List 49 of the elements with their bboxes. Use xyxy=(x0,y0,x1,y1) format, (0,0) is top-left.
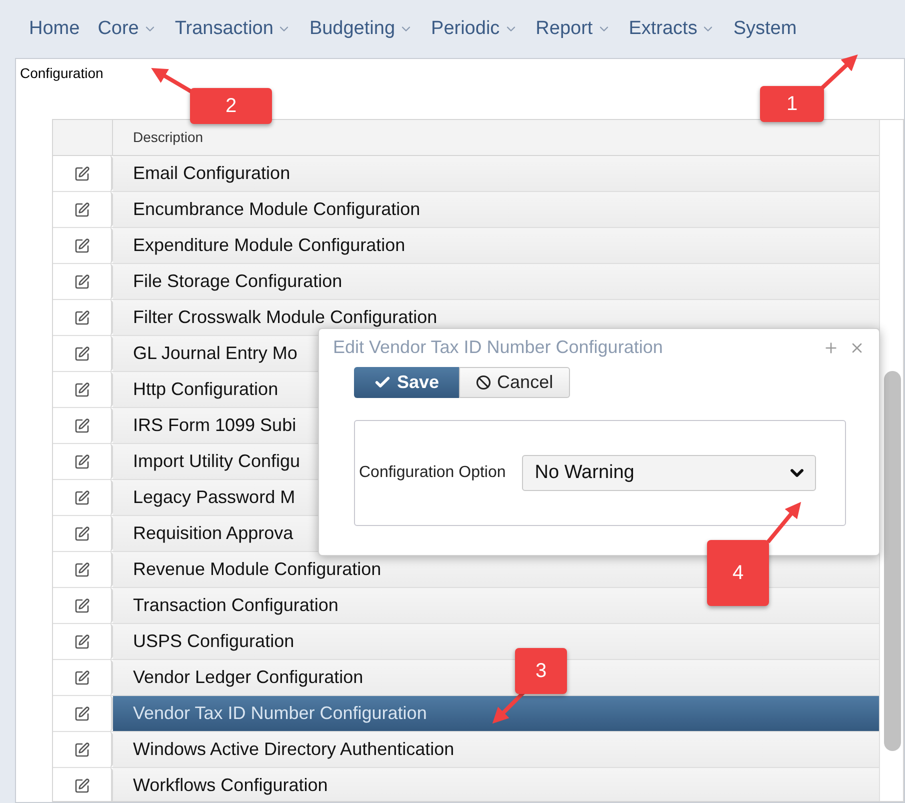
edit-icon xyxy=(74,670,90,686)
table-cell[interactable]: Transaction Configuration xyxy=(113,588,879,623)
prohibited-icon xyxy=(476,375,492,390)
table-cell[interactable]: Vendor Tax ID Number Configuration xyxy=(113,696,879,731)
nav-menu-item[interactable]: System xyxy=(733,14,797,44)
table-cell[interactable]: Workflows Configuration xyxy=(113,768,879,801)
edit-icon xyxy=(74,490,90,506)
edit-icon xyxy=(74,634,90,650)
save-button[interactable]: Save xyxy=(354,367,460,398)
field-label: Configuration Option xyxy=(359,463,506,483)
nav-menu-item[interactable]: Home xyxy=(29,14,80,44)
callout-badge: 2 xyxy=(190,88,272,124)
nav-menu-item[interactable]: Core xyxy=(98,14,157,44)
table-cell[interactable]: File Storage Configuration xyxy=(113,264,879,299)
callout-badge: 4 xyxy=(707,540,769,606)
edit-icon xyxy=(74,526,90,542)
edit-icon xyxy=(74,562,90,578)
edit-icon xyxy=(74,742,90,758)
scrollbar-thumb[interactable] xyxy=(884,371,901,751)
edit-icon xyxy=(74,778,90,794)
edit-icon xyxy=(74,166,90,182)
callout-arrow xyxy=(764,500,804,546)
dialog-title: Edit Vendor Tax ID Number Configuration xyxy=(333,336,663,359)
callout-badge: 1 xyxy=(760,86,824,122)
callout-badge: 3 xyxy=(515,648,567,694)
nav-menu-item[interactable]: Transaction xyxy=(174,14,292,44)
edit-icon xyxy=(74,454,90,470)
table-cell[interactable]: Windows Active Directory Authentication xyxy=(113,732,879,767)
edit-icon xyxy=(74,202,90,218)
table-cell[interactable]: Email Configuration xyxy=(113,156,879,191)
nav-menu-item[interactable]: Report xyxy=(536,14,611,44)
nav-menu-item[interactable]: Extracts xyxy=(628,14,716,44)
table-cell[interactable]: Encumbrance Module Configuration xyxy=(113,192,879,227)
configuration-option-select[interactable]: No Warning xyxy=(522,455,816,491)
nav-menu-item[interactable]: Budgeting xyxy=(309,14,414,44)
edit-icon xyxy=(74,346,90,362)
table-cell[interactable]: Expenditure Module Configuration xyxy=(113,228,879,263)
edit-icon xyxy=(74,274,90,290)
edit-icon xyxy=(74,598,90,614)
edit-icon xyxy=(74,382,90,398)
maximize-icon[interactable] xyxy=(823,340,839,356)
nav-menu-item[interactable]: Periodic xyxy=(431,14,518,44)
table-cell[interactable]: USPS Configuration xyxy=(113,624,879,659)
edit-icon xyxy=(74,418,90,434)
edit-icon xyxy=(74,310,90,326)
edit-icon xyxy=(74,238,90,254)
cancel-button[interactable]: Cancel xyxy=(459,367,570,398)
edit-icon xyxy=(74,706,90,722)
page-title: Configuration xyxy=(20,65,104,81)
